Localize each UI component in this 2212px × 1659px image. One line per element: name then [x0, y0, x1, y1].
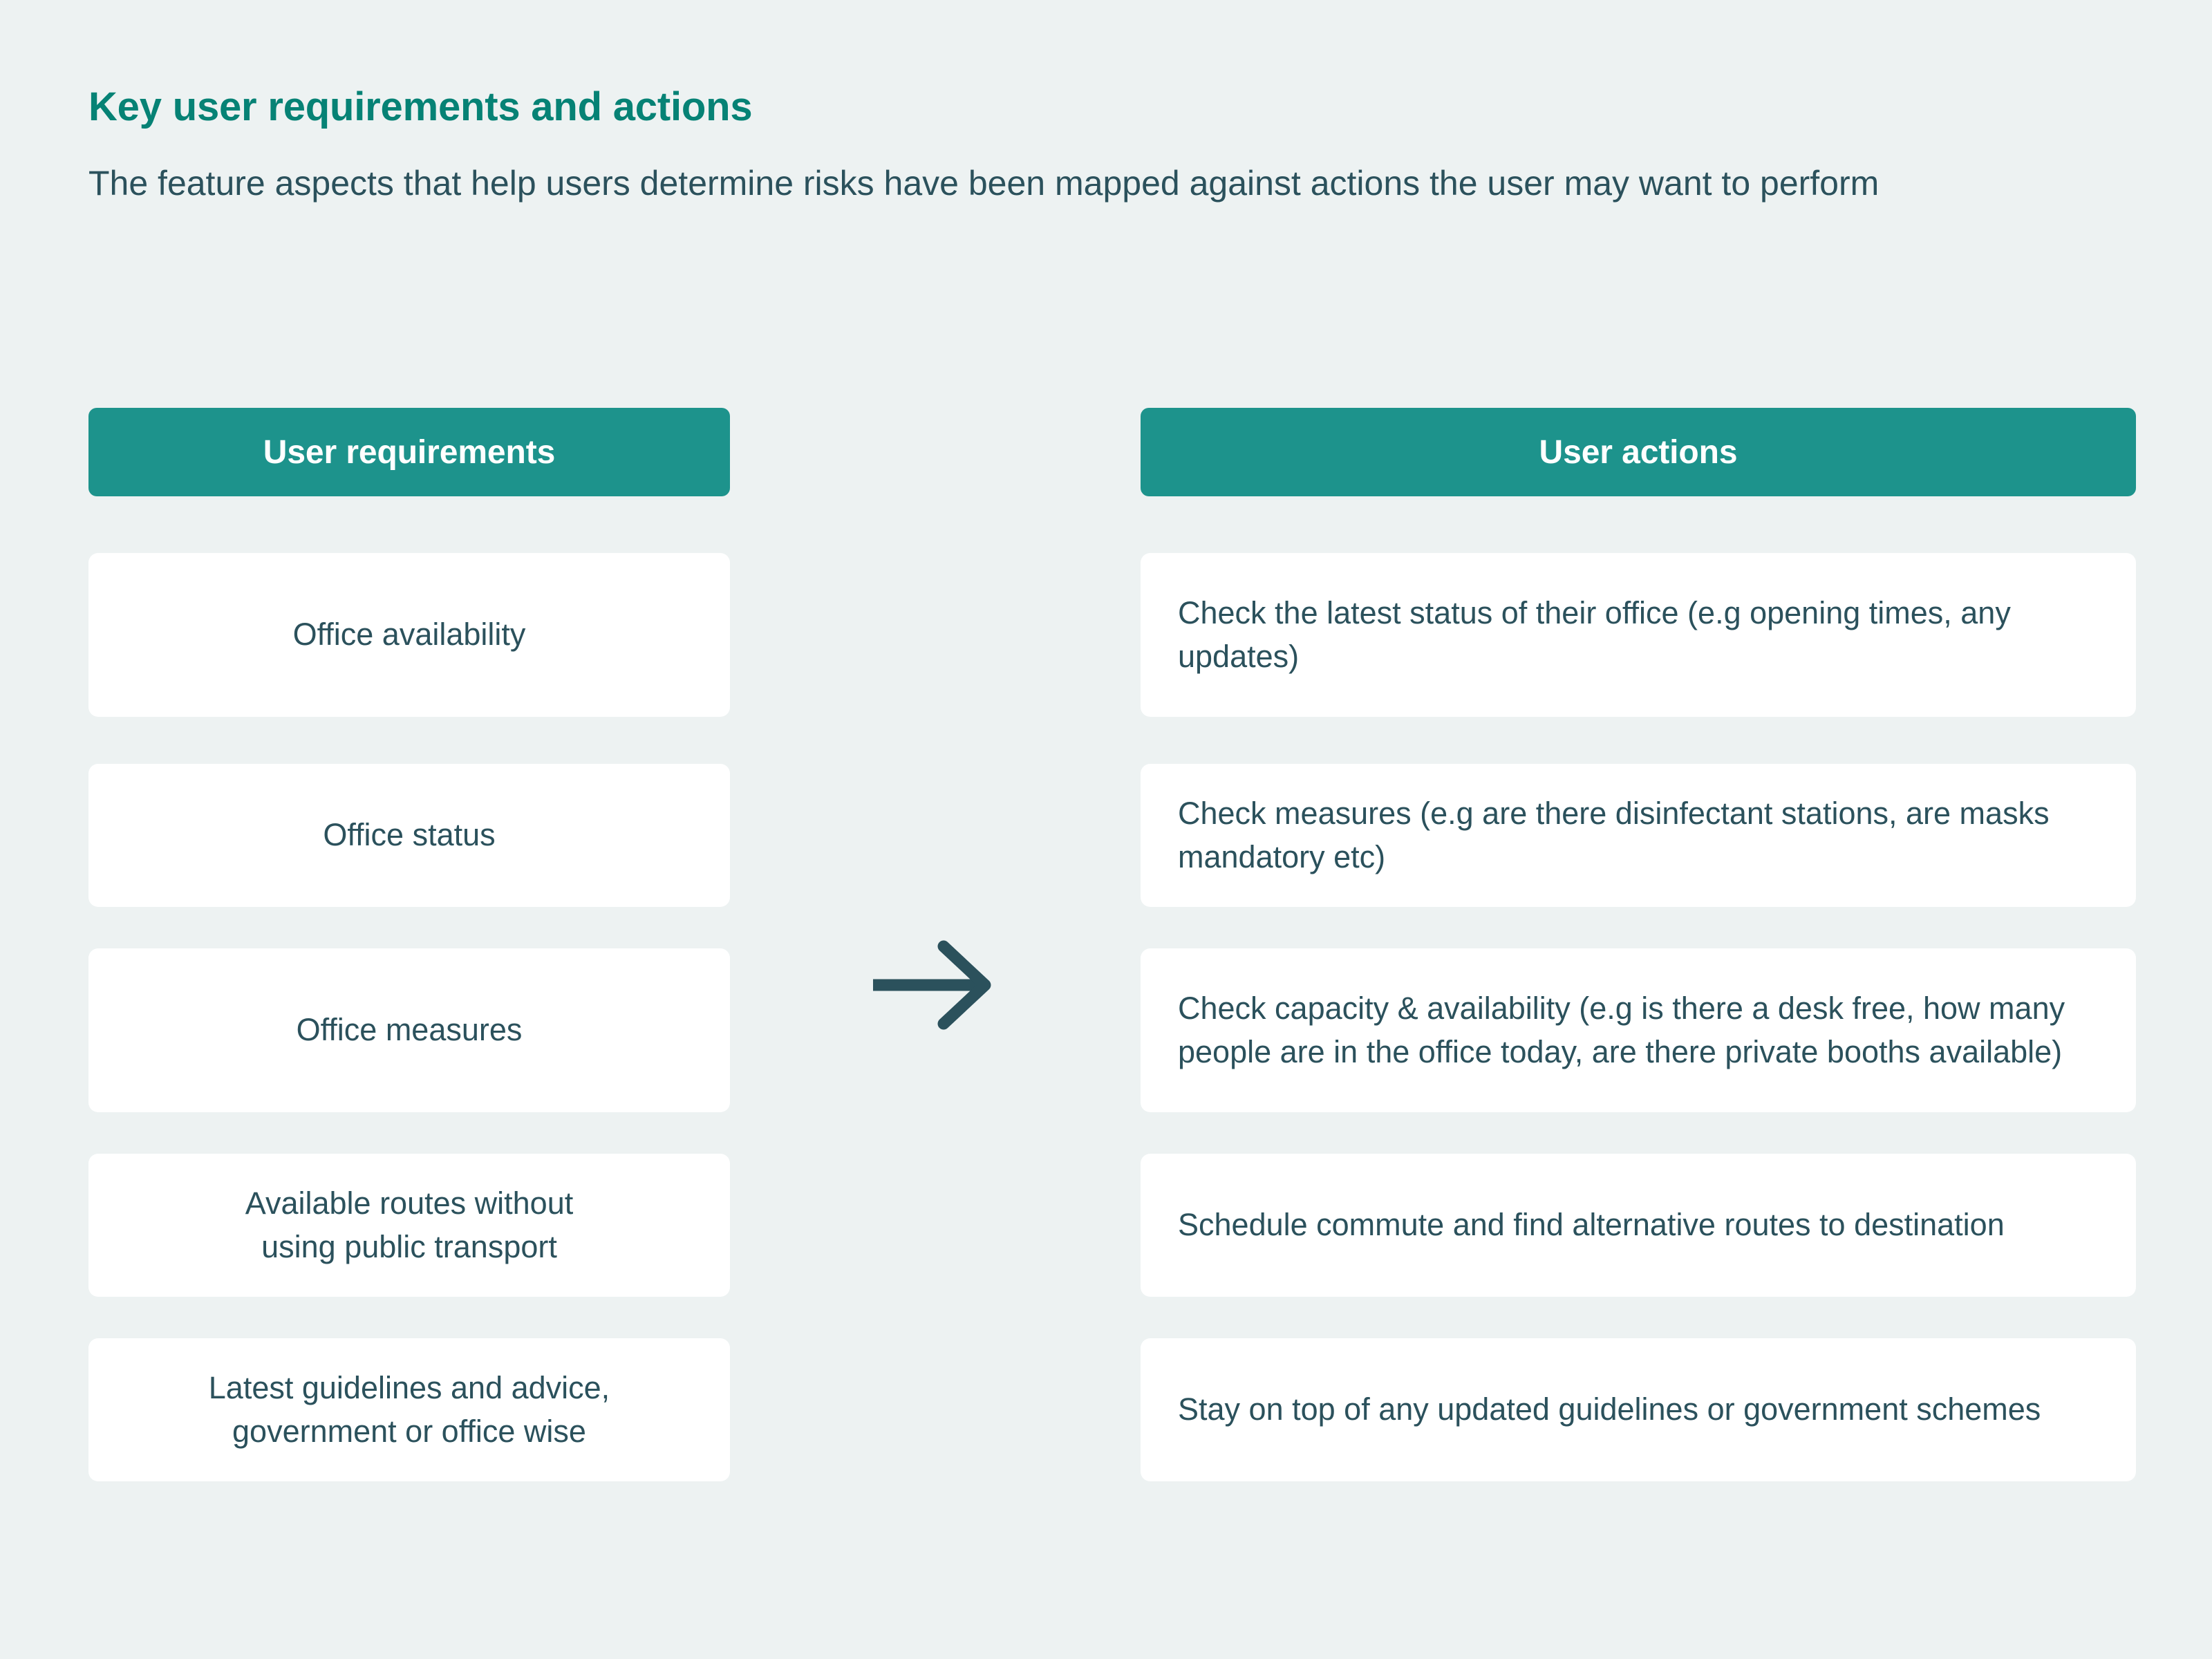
user-requirements-column: User requirements Office availability Of… [88, 408, 730, 1481]
diagram-page: Key user requirements and actions The fe… [0, 0, 2212, 1659]
requirement-card[interactable]: Latest guidelines and advice, government… [88, 1338, 730, 1481]
requirement-card[interactable]: Office status [88, 764, 730, 907]
heading-block: Key user requirements and actions The fe… [88, 83, 2135, 208]
requirement-card[interactable]: Available routes without using public tr… [88, 1154, 730, 1297]
page-subtitle: The feature aspects that help users dete… [88, 163, 1880, 203]
action-card[interactable]: Check measures (e.g are there disinfecta… [1141, 764, 2136, 907]
action-card[interactable]: Check the latest status of their office … [1141, 553, 2136, 717]
action-card[interactable]: Schedule commute and find alternative ro… [1141, 1154, 2136, 1297]
page-title: Key user requirements and actions [88, 84, 753, 129]
user-requirements-header: User requirements [88, 408, 730, 496]
user-actions-list: Check the latest status of their office … [1141, 553, 2136, 1481]
action-card[interactable]: Check capacity & availability (e.g is th… [1141, 948, 2136, 1112]
user-actions-header: User actions [1141, 408, 2136, 496]
user-requirements-list: Office availability Office status Office… [88, 553, 730, 1481]
user-actions-column: User actions Check the latest status of … [1141, 408, 2136, 1481]
action-card[interactable]: Stay on top of any updated guidelines or… [1141, 1338, 2136, 1481]
requirement-card[interactable]: Office measures [88, 948, 730, 1112]
arrow-right-icon [868, 937, 1006, 1033]
requirement-card[interactable]: Office availability [88, 553, 730, 717]
